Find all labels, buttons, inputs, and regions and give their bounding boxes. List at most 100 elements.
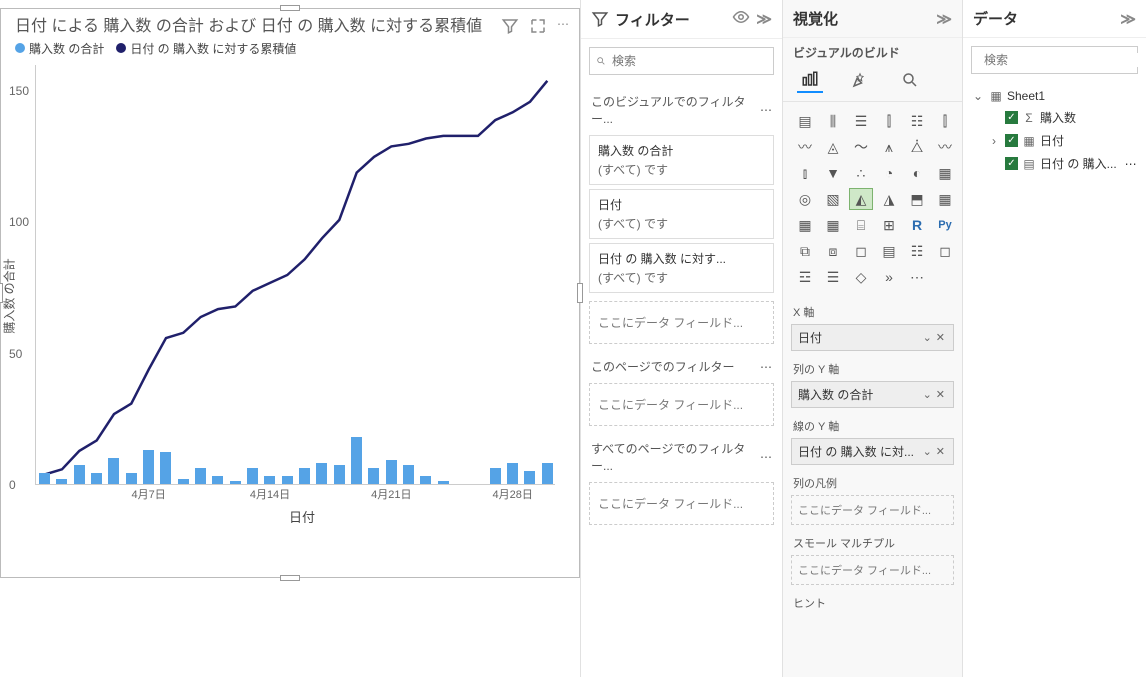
bar[interactable] [108,458,119,484]
visual-canvas[interactable]: 日付 による 購入数 の合計 および 日付 の 購入数 に対する累積値 購入数 … [0,8,580,578]
viz-tab-analytics[interactable] [897,67,923,93]
bar[interactable] [438,481,449,484]
bar[interactable] [39,473,50,484]
viz-type-item[interactable]: ⫾ [793,162,817,184]
bar[interactable] [351,437,362,484]
bar[interactable] [91,473,102,484]
viz-type-item[interactable]: ⫼ [821,110,845,132]
viz-type-item[interactable]: ▦ [933,162,957,184]
viz-type-item[interactable]: ◇ [849,266,873,288]
field-well-coly[interactable]: 購入数 の合計 ⌄ ✕ [791,381,954,408]
bar[interactable] [230,481,241,484]
viz-type-item[interactable]: ▤ [877,240,901,262]
viz-type-item[interactable]: ◐ [905,162,929,184]
bar[interactable] [247,468,258,484]
filter-search-input[interactable] [612,54,767,68]
viz-type-item[interactable]: ☰ [849,110,873,132]
bar[interactable] [143,450,154,484]
viz-type-item[interactable]: ⊞ [877,214,901,236]
viz-type-item[interactable]: ▼ [821,162,845,184]
viz-type-item[interactable]: ◭ [849,188,873,210]
viz-type-item[interactable]: ☷ [905,240,929,262]
viz-type-item[interactable]: ⧊ [905,136,929,158]
checkbox[interactable]: ✓ [1005,111,1018,124]
tree-field-row[interactable]: ✓Σ購入数 [969,106,1140,129]
remove-field-icon[interactable]: ✕ [934,331,947,344]
viz-type-item[interactable]: ◮ [877,188,901,210]
plot-area[interactable]: 4月7日4月14日4月21日4月28日 [35,65,555,485]
viz-type-item[interactable]: ▦ [793,214,817,236]
viz-type-item[interactable]: 〰 [933,136,957,158]
more-options-icon[interactable] [557,17,569,38]
viz-type-item[interactable]: ⬒ [905,188,929,210]
viz-type-item[interactable]: ◻ [849,240,873,262]
viz-type-item[interactable]: ◬ [821,136,845,158]
viz-type-item[interactable]: ⩚ [877,136,901,158]
viz-type-item[interactable]: ☷ [905,110,929,132]
viz-type-item[interactable]: R [905,214,929,236]
filter-drop-zone-visual[interactable]: ここにデータ フィールド... [589,301,774,344]
viz-type-item[interactable]: ▧ [821,188,845,210]
bar[interactable] [126,473,137,484]
filter-drop-zone-page[interactable]: ここにデータ フィールド... [589,383,774,426]
data-search[interactable] [971,46,1138,74]
chevron-down-icon[interactable]: ⌄ [921,388,934,401]
viz-type-item[interactable]: ◻ [933,240,957,262]
chevron-right-icon[interactable]: › [987,134,1001,148]
filter-search[interactable] [589,47,774,75]
data-search-input[interactable] [984,53,1139,67]
viz-type-item[interactable]: » [877,266,901,288]
viz-type-item[interactable]: ☰ [821,266,845,288]
bar[interactable] [299,468,310,484]
viz-type-item[interactable]: ▦ [933,188,957,210]
bar[interactable] [264,476,275,484]
viz-type-item[interactable]: ⫿ [933,110,957,132]
chevron-down-icon[interactable]: ⌄ [921,445,934,458]
collapse-pane-icon[interactable]: ≫ [756,10,772,28]
viz-type-item[interactable]: ⧈ [821,240,845,262]
bar[interactable] [160,452,171,484]
focus-mode-icon[interactable] [529,17,547,38]
bar[interactable] [282,476,293,484]
filter-icon[interactable] [501,17,519,38]
chevron-down-icon[interactable]: ⌄ [921,331,934,344]
bar[interactable] [178,479,189,484]
bar[interactable] [420,476,431,484]
viz-type-item[interactable]: ⫿ [877,110,901,132]
bar[interactable] [368,468,379,484]
section-more-icon[interactable] [760,450,772,464]
viz-type-item[interactable]: ∴ [849,162,873,184]
viz-type-item[interactable]: ☲ [793,266,817,288]
bar[interactable] [542,463,553,484]
filter-card[interactable]: 日付(すべて) です [589,189,774,239]
bar[interactable] [490,468,501,484]
bar[interactable] [74,465,85,483]
viz-type-item[interactable]: ⧉ [793,240,817,262]
viz-type-item[interactable]: ⋯ [905,266,929,288]
field-more-icon[interactable] [1125,157,1137,171]
collapse-pane-icon[interactable]: ≫ [1120,10,1136,28]
tree-field-row[interactable]: ✓▤日付 の 購入... [969,152,1140,175]
bar[interactable] [524,471,535,484]
bar[interactable] [334,465,345,483]
section-more-icon[interactable] [760,360,772,374]
eye-icon[interactable] [732,8,750,30]
resize-handle-bottom[interactable] [280,575,300,581]
viz-type-item[interactable]: ◎ [793,188,817,210]
filter-drop-zone-all[interactable]: ここにデータ フィールド... [589,482,774,525]
viz-tab-format[interactable] [847,67,873,93]
filter-card[interactable]: 日付 の 購入数 に対す...(すべて) です [589,243,774,293]
viz-type-item[interactable]: ▦ [821,214,845,236]
filter-card[interactable]: 購入数 の合計(すべて) です [589,135,774,185]
viz-type-item[interactable]: Py [933,214,957,236]
field-well-liney[interactable]: 日付 の 購入数 に対... ⌄ ✕ [791,438,954,465]
bar[interactable] [316,463,327,484]
bar[interactable] [403,465,414,483]
field-drop-legend[interactable]: ここにデータ フィールド... [791,495,954,525]
bar[interactable] [56,479,67,484]
resize-handle-right[interactable] [577,283,583,303]
tree-table-row[interactable]: ⌄ ▦ Sheet1 [969,86,1140,106]
viz-type-item[interactable]: 〜 [849,136,873,158]
field-drop-smallmult[interactable]: ここにデータ フィールド... [791,555,954,585]
viz-type-item[interactable]: 〰 [793,136,817,158]
